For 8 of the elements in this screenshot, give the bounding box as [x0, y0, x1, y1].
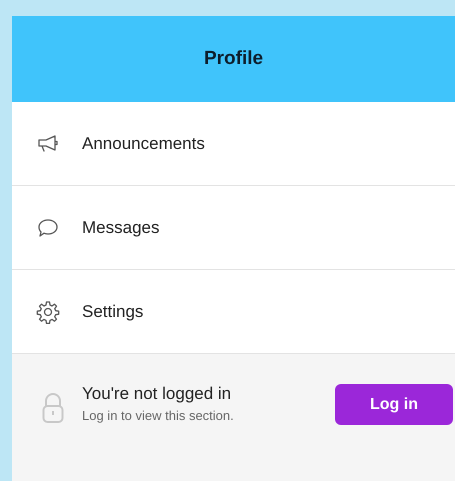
settings-icon	[36, 300, 60, 324]
menu-item[interactable]: Messages	[12, 186, 455, 270]
login-button[interactable]: Log in	[335, 384, 453, 425]
login-hint-text: Log in to view this section.	[82, 408, 235, 423]
menu-item[interactable]: Announcements	[12, 102, 455, 186]
login-status-text: You're not logged in	[82, 384, 232, 404]
lock-icon	[42, 392, 64, 424]
page-title: Profile	[204, 48, 264, 70]
